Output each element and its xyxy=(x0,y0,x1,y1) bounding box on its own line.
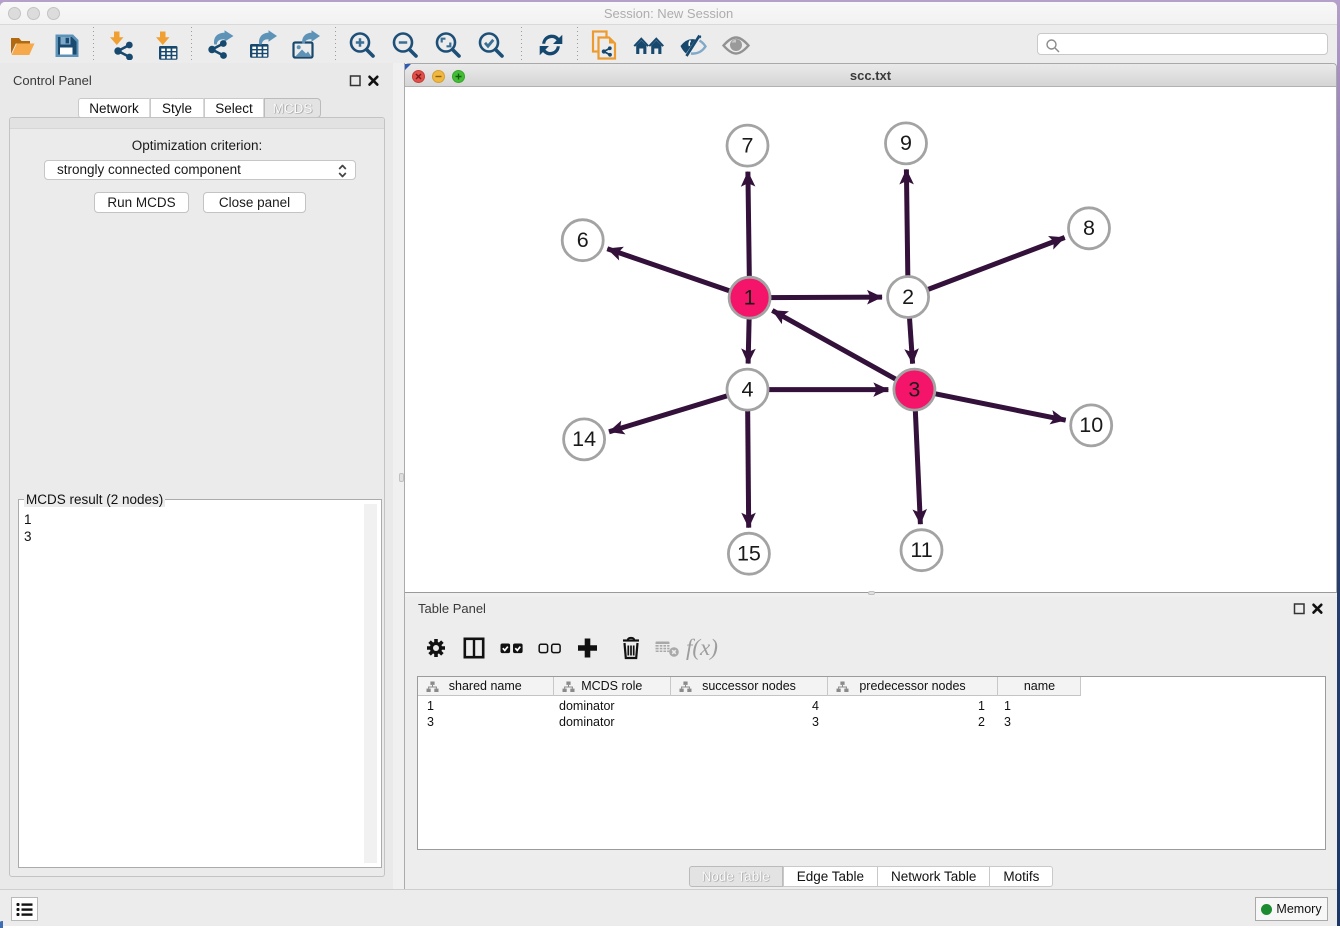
svg-text:11: 11 xyxy=(910,538,932,562)
svg-text:f(x): f(x) xyxy=(686,635,718,660)
svg-text:10: 10 xyxy=(1079,413,1103,437)
svg-text:6: 6 xyxy=(577,228,589,252)
svg-text:2: 2 xyxy=(902,285,914,309)
svg-text:7: 7 xyxy=(742,133,754,157)
svg-text:1: 1 xyxy=(744,286,756,310)
svg-text:15: 15 xyxy=(737,542,761,566)
svg-text:8: 8 xyxy=(1083,216,1095,240)
svg-text:3: 3 xyxy=(908,377,920,401)
svg-text:14: 14 xyxy=(572,427,596,451)
svg-text:4: 4 xyxy=(742,377,754,401)
svg-text:9: 9 xyxy=(900,131,912,155)
